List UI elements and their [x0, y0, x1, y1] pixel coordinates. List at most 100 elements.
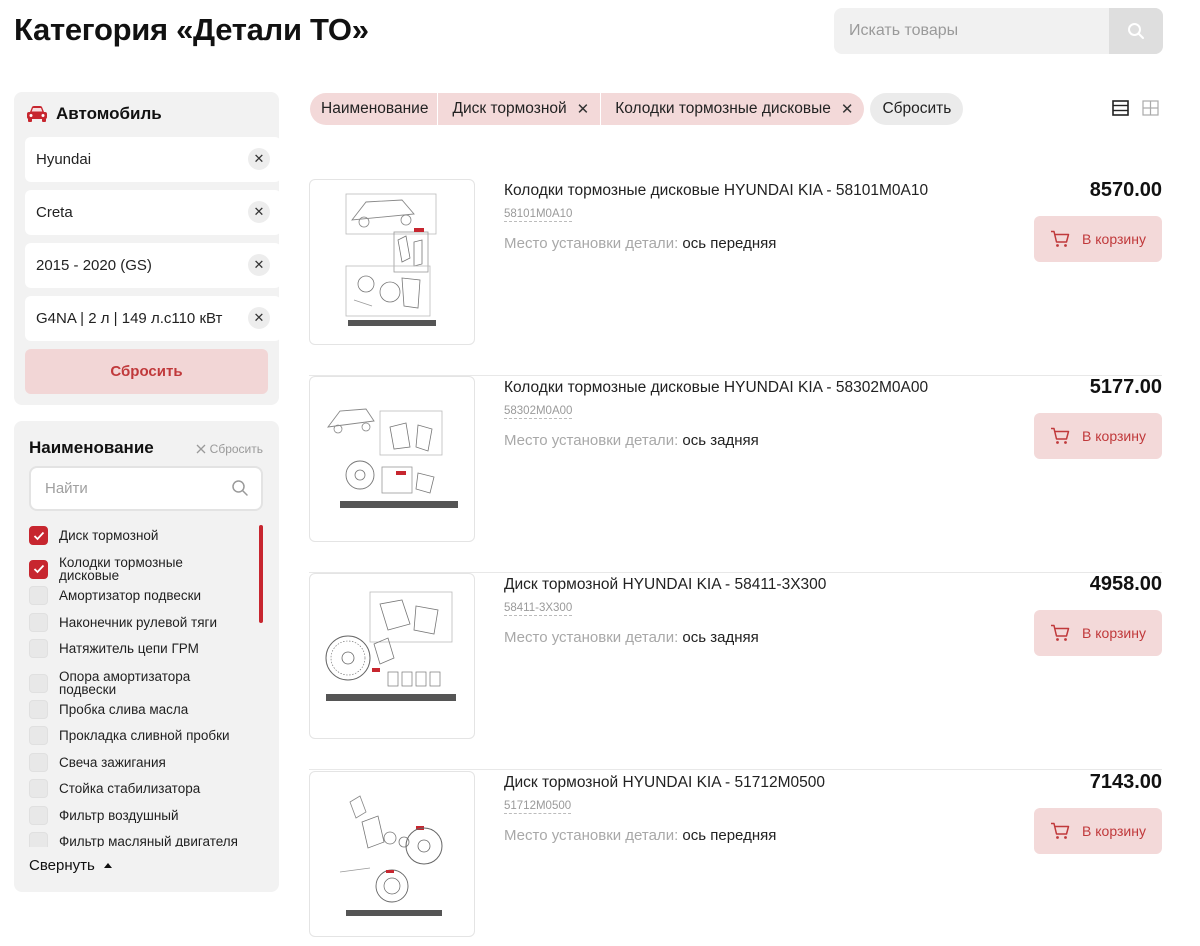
place-value: ось передняя [682, 235, 777, 252]
checkbox[interactable] [29, 779, 48, 798]
check-icon [33, 531, 44, 540]
search-icon [1128, 23, 1144, 39]
checkbox[interactable] [29, 726, 48, 745]
option-air-filter[interactable]: Фильтр воздушный [29, 806, 264, 825]
product-card: Диск тормозной HYUNDAI KIA - 58411-3X300… [309, 573, 1162, 770]
add-to-cart-button[interactable]: В корзину [1034, 610, 1162, 656]
checkbox[interactable] [29, 639, 48, 658]
product-image[interactable] [309, 771, 475, 937]
product-search-input[interactable] [834, 8, 1104, 54]
place-label: Место установки детали: [504, 827, 679, 844]
place-value: ось передняя [682, 827, 777, 844]
option-label: Амортизатор подвески [59, 588, 202, 603]
option-stabilizer-link[interactable]: Стойка стабилизатора [29, 779, 264, 798]
product-image[interactable] [309, 179, 475, 345]
car-filter-panel: Автомобиль Hyundai ✕ Creta ✕ 2015 - 2020… [14, 92, 281, 405]
filter-chip-disk[interactable]: Диск тормозной ✕ [437, 93, 601, 125]
list-view-icon[interactable] [1112, 100, 1129, 116]
add-to-cart-label: В корзину [1082, 231, 1146, 247]
add-to-cart-button[interactable]: В корзину [1034, 216, 1162, 262]
name-filter-search-input[interactable] [31, 468, 221, 509]
option-label: Фильтр воздушный [59, 808, 179, 823]
product-place: Место установки детали: ось передняя [504, 827, 776, 844]
product-image[interactable] [309, 376, 475, 542]
close-icon[interactable]: ✕ [841, 100, 854, 118]
product-place: Место установки детали: ось передняя [504, 235, 776, 252]
clear-model-button[interactable]: ✕ [248, 201, 270, 223]
place-label: Место установки детали: [504, 235, 679, 252]
option-label: Наконечник рулевой тяги [59, 615, 217, 630]
checkbox[interactable] [29, 806, 48, 825]
product-article[interactable]: 58411-3X300 [504, 602, 573, 616]
caret-up-icon [103, 863, 112, 868]
checkbox-checked[interactable] [29, 526, 48, 545]
name-filter-reset-button[interactable]: Сбросить [196, 442, 263, 456]
option-strut-mount[interactable]: Опора амортизатора подвески [29, 670, 264, 696]
option-tensioner[interactable]: Натяжитель цепи ГРМ [29, 639, 264, 658]
option-shock[interactable]: Амортизатор подвески [29, 586, 264, 605]
product-title[interactable]: Колодки тормозные дисковые HYUNDAI KIA -… [504, 379, 928, 397]
clear-engine-button[interactable]: ✕ [248, 307, 270, 329]
product-image[interactable] [309, 573, 475, 739]
clear-make-button[interactable]: ✕ [248, 148, 270, 170]
car-model-value: Creta [36, 204, 73, 221]
name-option-list[interactable]: Диск тормозной Колодки тормозные дисковы… [29, 525, 264, 847]
product-title[interactable]: Диск тормозной HYUNDAI KIA - 58411-3X300 [504, 576, 826, 594]
product-price: 4958.00 [1089, 573, 1162, 595]
collapse-button[interactable]: Свернуть [29, 857, 112, 874]
option-oil-filter[interactable]: Фильтр масляный двигателя [29, 832, 264, 847]
cart-icon [1051, 822, 1070, 839]
checkbox[interactable] [29, 753, 48, 772]
checkbox[interactable] [29, 700, 48, 719]
checkbox[interactable] [29, 673, 48, 693]
car-model-field[interactable]: Creta ✕ [25, 190, 281, 235]
option-spark-plug[interactable]: Свеча зажигания [29, 753, 264, 772]
product-card: Колодки тормозные дисковые HYUNDAI KIA -… [309, 376, 1162, 573]
product-title[interactable]: Колодки тормозные дисковые HYUNDAI KIA -… [504, 182, 928, 200]
grid-view-icon[interactable] [1142, 100, 1159, 116]
option-drain-plug[interactable]: Пробка слива масла [29, 700, 264, 719]
option-label: Колодки тормозные дисковые [59, 555, 183, 583]
page-title: Категория «Детали ТО» [14, 12, 369, 47]
search-button[interactable] [1109, 8, 1163, 54]
product-price: 8570.00 [1089, 179, 1162, 201]
checkbox[interactable] [29, 832, 48, 847]
filter-chip-pads[interactable]: Колодки тормозные дисковые ✕ [600, 93, 865, 125]
car-panel-header: Автомобиль [26, 104, 162, 124]
checkbox[interactable] [29, 586, 48, 605]
product-article[interactable]: 58101M0A10 [504, 208, 573, 222]
filter-group-chip[interactable]: Наименование [310, 93, 438, 125]
option-label: Диск тормозной [59, 528, 159, 543]
car-reset-button[interactable]: Сбросить [25, 349, 268, 394]
car-generation-field[interactable]: 2015 - 2020 (GS) ✕ [25, 243, 281, 288]
product-search [834, 8, 1163, 54]
add-to-cart-label: В корзину [1082, 428, 1146, 444]
clear-generation-button[interactable]: ✕ [248, 254, 270, 276]
add-to-cart-button[interactable]: В корзину [1034, 413, 1162, 459]
add-to-cart-button[interactable]: В корзину [1034, 808, 1162, 854]
car-make-field[interactable]: Hyundai ✕ [25, 137, 281, 182]
option-pads[interactable]: Колодки тормозные дисковые [29, 556, 264, 582]
close-icon [196, 444, 206, 454]
place-label: Место установки детали: [504, 432, 679, 449]
collapse-label: Свернуть [29, 857, 95, 874]
checkbox[interactable] [29, 613, 48, 632]
option-label: Фильтр масляный двигателя [59, 834, 238, 847]
product-price: 7143.00 [1089, 771, 1162, 793]
car-panel-title: Автомобиль [56, 104, 162, 123]
option-label: Прокладка сливной пробки [59, 728, 230, 743]
product-article[interactable]: 51712M0500 [504, 800, 572, 814]
option-list-scrollbar[interactable] [259, 525, 263, 623]
option-disk[interactable]: Диск тормозной [29, 526, 264, 545]
close-icon[interactable]: ✕ [577, 100, 590, 118]
checkbox-checked[interactable] [29, 559, 48, 579]
product-title[interactable]: Диск тормозной HYUNDAI KIA - 51712M0500 [504, 774, 825, 792]
option-drain-gasket[interactable]: Прокладка сливной пробки [29, 726, 264, 745]
reset-filters-button[interactable]: Сбросить [870, 93, 964, 125]
search-icon [232, 480, 248, 496]
cart-icon [1051, 624, 1070, 641]
product-article[interactable]: 58302M0A00 [504, 405, 573, 419]
option-tie-rod[interactable]: Наконечник рулевой тяги [29, 613, 264, 632]
add-to-cart-label: В корзину [1082, 625, 1146, 641]
car-engine-field[interactable]: G4NA | 2 л | 149 л.с110 кВт ✕ [25, 296, 281, 341]
